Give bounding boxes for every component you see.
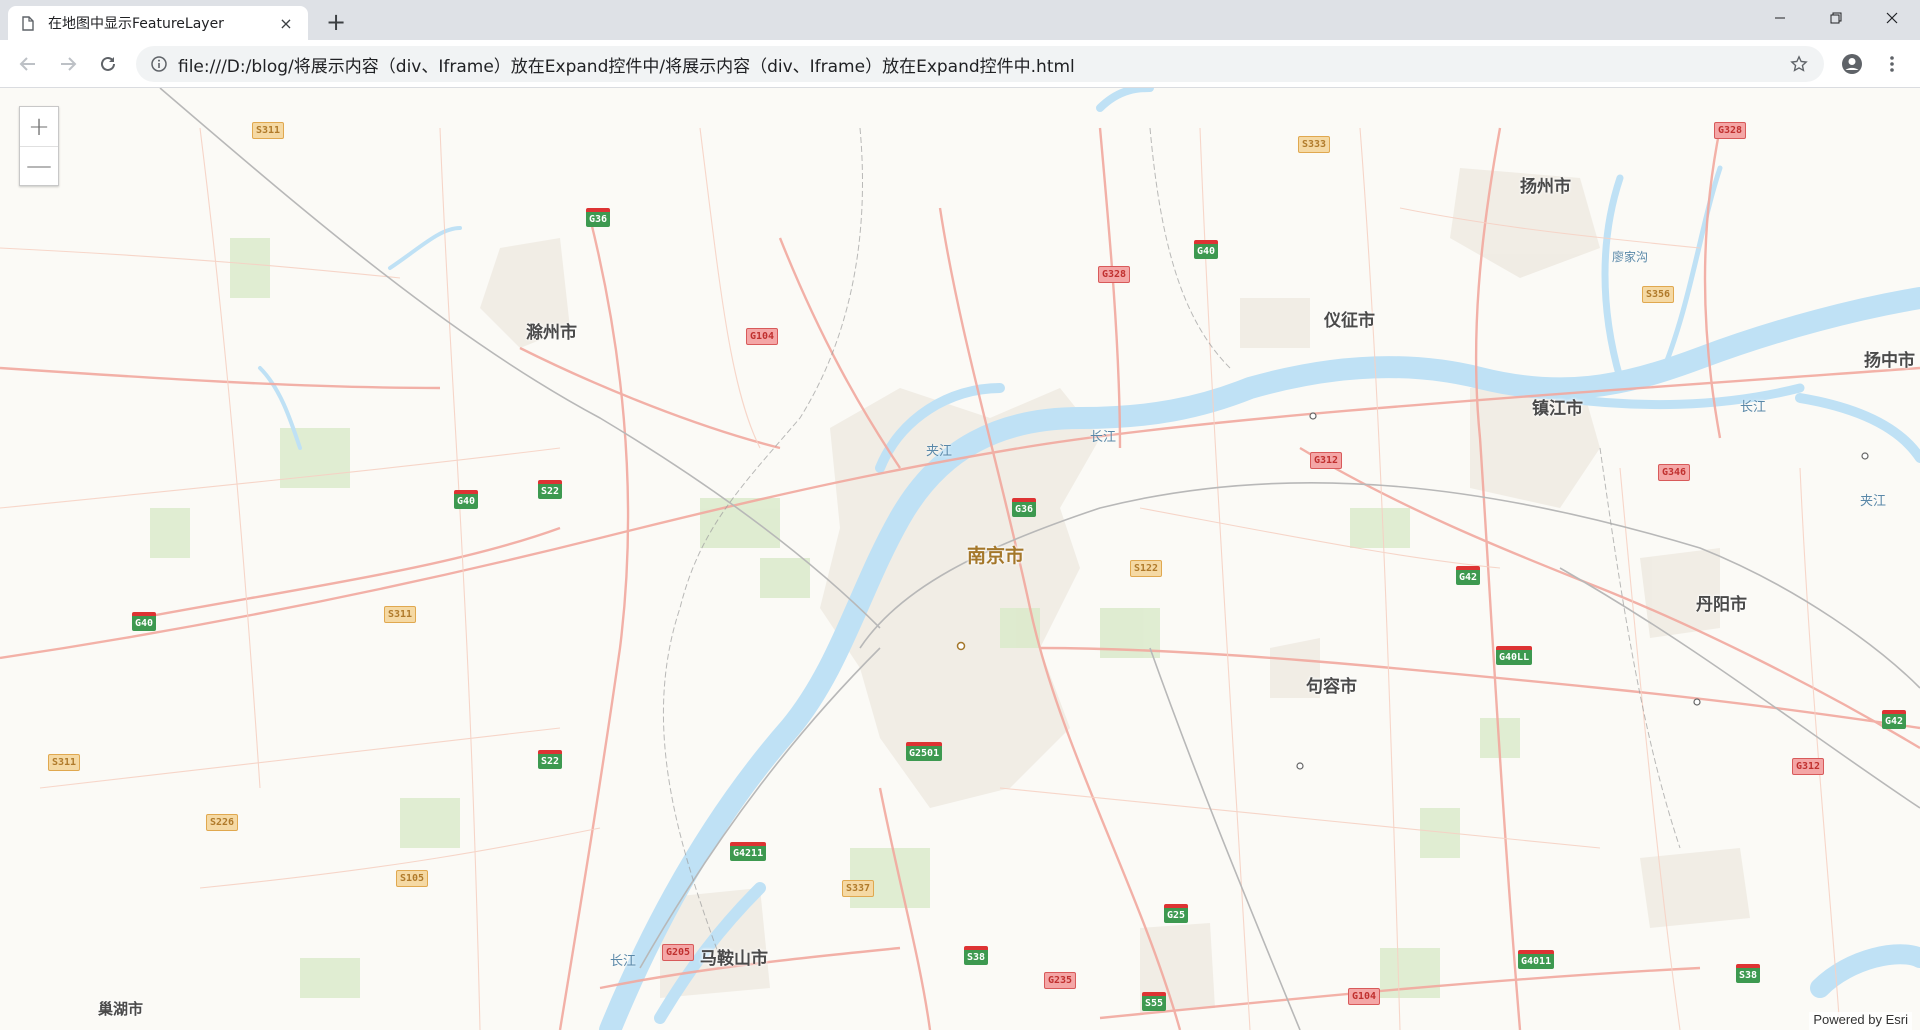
account-button[interactable] <box>1836 48 1868 80</box>
zoom-in-button[interactable]: + <box>20 107 58 146</box>
road-shield: G104 <box>746 328 779 345</box>
road-shield: S311 <box>384 606 417 623</box>
reload-icon <box>101 56 115 71</box>
bookmark-star-icon[interactable] <box>1788 53 1810 75</box>
road-shield: G2501 <box>906 742 943 761</box>
road-shield: S122 <box>1130 560 1163 577</box>
road-shield: G235 <box>1044 972 1077 989</box>
browser-toolbar: file:///D:/blog/将展示内容（div、Iframe）放在Expan… <box>0 40 1920 88</box>
city-label-yangzhou: 扬州市 <box>1520 177 1571 197</box>
city-label-danyang: 丹阳市 <box>1696 595 1747 615</box>
city-label-maanshan: 马鞍山市 <box>700 949 768 969</box>
city-label-jurong: 句容市 <box>1306 677 1357 697</box>
minimize-button[interactable] <box>1752 0 1808 36</box>
reload-button[interactable] <box>92 48 124 80</box>
forward-arrow-icon <box>61 57 77 71</box>
page-icon <box>20 15 36 31</box>
city-label-yangzhong: 扬中市 <box>1864 351 1915 371</box>
road-shield: G36 <box>586 208 611 227</box>
road-shield: G42 <box>1882 710 1907 729</box>
road-shield: S22 <box>538 750 563 769</box>
road-shield: G346 <box>1658 464 1691 481</box>
road-shield: G40 <box>454 490 479 509</box>
city-label-nanjing: 南京市 <box>967 545 1025 567</box>
close-window-button[interactable] <box>1864 0 1920 36</box>
new-tab-button[interactable]: + <box>322 8 350 36</box>
road-shield: S105 <box>396 870 429 887</box>
map-attribution[interactable]: Powered by Esri <box>1809 1012 1912 1030</box>
road-shield: S38 <box>964 946 989 965</box>
road-shield: G40 <box>1194 240 1219 259</box>
road-shield: G40LL <box>1496 646 1533 665</box>
address-bar[interactable]: file:///D:/blog/将展示内容（div、Iframe）放在Expan… <box>136 46 1824 82</box>
menu-button[interactable] <box>1876 48 1908 80</box>
road-shield: G42 <box>1456 566 1481 585</box>
road-shield: S38 <box>1736 964 1761 983</box>
back-button[interactable] <box>12 48 44 80</box>
road-shield: G312 <box>1792 758 1825 775</box>
road-shield: G4211 <box>730 842 767 861</box>
tab-title: 在地图中显示FeatureLayer <box>48 16 224 32</box>
forward-button[interactable] <box>52 48 84 80</box>
zoom-out-button[interactable]: — <box>20 146 58 185</box>
map-view[interactable]: 南京市 滁州市 仪征市 扬州市 镇江市 扬中市 丹阳市 句容市 马鞍山市 巢湖市… <box>0 88 1920 1030</box>
road-shield: G205 <box>662 944 695 961</box>
zoom-control: + — <box>19 106 59 186</box>
browser-tab-bar: 在地图中显示FeatureLayer × + <box>0 0 1920 40</box>
road-shield: G40 <box>132 612 157 631</box>
restore-button[interactable] <box>1808 0 1864 36</box>
water-label-changjiang: 长江 <box>1740 400 1767 415</box>
city-label-chuzhou: 滁州市 <box>526 323 577 343</box>
basemap <box>0 88 1920 1030</box>
road-shield: S226 <box>206 814 239 831</box>
water-label-liaojiagou: 廖家沟 <box>1612 250 1649 264</box>
road-shield: S55 <box>1142 992 1167 1011</box>
road-shield: G312 <box>1310 452 1343 469</box>
kebab-menu-icon <box>1890 56 1894 72</box>
city-label-zhenjiang: 镇江市 <box>1532 399 1583 419</box>
info-icon[interactable] <box>150 55 168 73</box>
url-text[interactable]: file:///D:/blog/将展示内容（div、Iframe）放在Expan… <box>178 52 1788 77</box>
city-label-yizheng: 仪征市 <box>1324 311 1375 331</box>
water-label-changjiang: 长江 <box>610 954 637 969</box>
water-label-changjiang: 长江 <box>1090 430 1117 445</box>
road-shield: S337 <box>842 880 875 897</box>
road-shield: S311 <box>252 122 285 139</box>
road-shield: G328 <box>1714 122 1747 139</box>
road-shield: S356 <box>1642 286 1675 303</box>
road-shield: G36 <box>1012 498 1037 517</box>
road-shield: G104 <box>1348 988 1381 1005</box>
back-arrow-icon <box>19 57 35 71</box>
city-label-chaohu: 巢湖市 <box>98 1000 144 1018</box>
road-shield: G25 <box>1164 904 1189 923</box>
browser-tab[interactable]: 在地图中显示FeatureLayer × <box>8 6 308 40</box>
close-tab-icon[interactable]: × <box>276 13 296 33</box>
road-shield: G328 <box>1098 266 1131 283</box>
water-label-jiajiang: 夹江 <box>1860 494 1887 509</box>
road-shield: S311 <box>48 754 81 771</box>
account-icon <box>1842 54 1862 74</box>
water-label-jiajiang: 夹江 <box>926 444 953 459</box>
road-shield: S333 <box>1298 136 1331 153</box>
road-shield: S22 <box>538 480 563 499</box>
road-shield: G4011 <box>1518 950 1555 969</box>
